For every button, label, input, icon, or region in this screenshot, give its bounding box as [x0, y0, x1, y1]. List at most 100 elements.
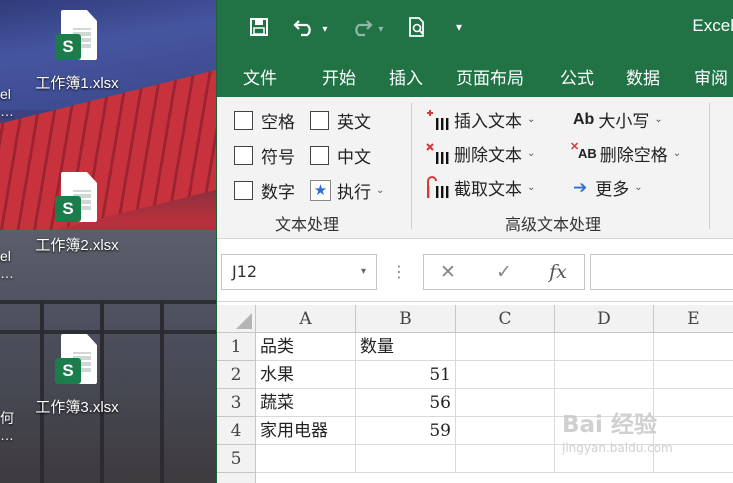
group-label-advanced-text-processing: 高级文本处理	[505, 215, 602, 234]
redo-icon	[354, 20, 373, 37]
cell-b3[interactable]: 56	[356, 389, 456, 417]
cell-c3[interactable]	[456, 389, 555, 417]
cell-e1[interactable]	[654, 333, 733, 361]
tab-data[interactable]: 数据	[626, 64, 660, 89]
row-header[interactable]: 2	[217, 361, 256, 389]
desktop-file-workbook1[interactable]: S 工作簿1.xlsx	[22, 10, 132, 93]
trim-spaces-button[interactable]: ✕ AB 删除空格 ⌄	[570, 141, 681, 166]
select-all-button[interactable]	[217, 305, 256, 333]
cell-c2[interactable]	[456, 361, 555, 389]
wallpaper-post	[160, 300, 164, 483]
save-button[interactable]	[245, 10, 273, 44]
checkbox-box[interactable]	[310, 146, 329, 165]
insert-function-button[interactable]: fx	[543, 254, 573, 290]
row-header[interactable]: 1	[217, 333, 256, 361]
cell-a2[interactable]: 水果	[256, 361, 356, 389]
row-header[interactable]: 4	[217, 417, 256, 445]
tab-insert[interactable]: 插入	[389, 64, 423, 89]
cell-d1[interactable]	[555, 333, 654, 361]
extract-text-button[interactable]: 截取文本 ⌄	[426, 175, 535, 200]
file-name-label: 工作簿2.xlsx	[35, 237, 119, 254]
save-icon	[250, 18, 268, 36]
chevron-down-icon: ⌄	[527, 114, 536, 125]
watermark-url: jingyan.baidu.com	[562, 441, 673, 455]
checkbox-chinese[interactable]: 中文	[310, 143, 371, 168]
name-box[interactable]: J12 ▾	[221, 254, 377, 290]
chevron-down-icon[interactable]: ▾	[361, 255, 366, 289]
checkbox-box[interactable]	[234, 111, 253, 130]
title-bar: ▾ ▾ ▾ Excel	[217, 0, 733, 55]
checkbox-number[interactable]: 数字	[234, 178, 295, 203]
print-preview-button[interactable]	[403, 10, 431, 44]
cell-a4[interactable]: 家用电器	[256, 417, 356, 445]
column-header-e[interactable]: E	[654, 305, 733, 333]
trim-spaces-icon: ✕ AB	[570, 141, 597, 161]
checkbox-box[interactable]	[234, 146, 253, 165]
row-header[interactable]	[217, 473, 256, 483]
row-header[interactable]: 3	[217, 389, 256, 417]
undo-icon	[293, 20, 311, 37]
column-header-c[interactable]: C	[456, 305, 555, 333]
file-name-label: 工作簿3.xlsx	[35, 399, 119, 416]
chevron-down-icon: ⌄	[634, 182, 643, 193]
tab-page-layout[interactable]: 页面布局	[456, 64, 524, 89]
checkbox-box[interactable]	[234, 181, 253, 200]
app-title: Excel	[692, 16, 733, 35]
excel-file-icon: S	[55, 334, 99, 388]
tab-formulas[interactable]: 公式	[560, 64, 594, 89]
more-button[interactable]: ➔ 更多 ⌄	[573, 175, 643, 201]
cell-c4[interactable]	[456, 417, 555, 445]
tab-home[interactable]: 开始	[322, 64, 356, 89]
cell-c1[interactable]	[456, 333, 555, 361]
column-header-b[interactable]: B	[356, 305, 456, 333]
cell-a5[interactable]	[256, 445, 356, 473]
desktop-file-workbook3[interactable]: S 工作簿3.xlsx	[22, 334, 132, 417]
confirm-formula-button[interactable]: ✓	[489, 254, 519, 290]
change-case-button[interactable]: Ab 大小写 ⌄	[573, 107, 663, 133]
checkbox-symbol[interactable]: 符号	[234, 143, 295, 168]
formula-bar: J12 ▾ ⋮ ✕ ✓ fx	[217, 240, 733, 302]
chevron-down-icon: ⌄	[654, 114, 663, 125]
cell-b2[interactable]: 51	[356, 361, 456, 389]
cell-a1[interactable]: 品类	[256, 333, 356, 361]
cell-e2[interactable]	[654, 361, 733, 389]
checkbox-english[interactable]: 英文	[310, 108, 371, 133]
desktop-file-workbook2[interactable]: S 工作簿2.xlsx	[22, 172, 132, 255]
desktop-cut-label[interactable]: el…	[0, 86, 14, 120]
cell-b1[interactable]: 数量	[356, 333, 456, 361]
drag-handle-icon[interactable]: ⋮	[389, 254, 409, 290]
delete-text-button[interactable]: 删除文本 ⌄	[426, 141, 535, 166]
arrow-right-icon: ➔	[573, 177, 588, 198]
chevron-down-icon: ▾	[378, 24, 384, 35]
desktop-wallpaper: el… el… 何… S 工作簿1.xlsx S 工作簿2.xlsx S 工作簿…	[0, 0, 216, 483]
column-header-a[interactable]: A	[256, 305, 356, 333]
cell-c5[interactable]	[456, 445, 555, 473]
tab-review[interactable]: 审阅	[694, 64, 728, 89]
print-preview-icon	[409, 17, 424, 37]
formula-input[interactable]	[590, 254, 733, 290]
cancel-formula-button[interactable]: ✕	[433, 254, 463, 290]
undo-button[interactable]: ▾	[287, 10, 333, 44]
tab-file[interactable]: 文件	[243, 64, 277, 89]
cell-a3[interactable]: 蔬菜	[256, 389, 356, 417]
checkbox-space[interactable]: 空格	[234, 108, 295, 133]
chevron-down-icon: ⌄	[527, 148, 536, 159]
insert-text-button[interactable]: 插入文本 ⌄	[426, 107, 535, 132]
group-divider	[411, 103, 412, 229]
baidu-jingyan-watermark: Bai 经验 jingyan.baidu.com	[562, 405, 733, 465]
chevron-down-icon: ⌄	[376, 185, 385, 196]
cell-b4[interactable]: 59	[356, 417, 456, 445]
customize-quick-access-button[interactable]: ▾	[449, 10, 469, 44]
row-header[interactable]: 5	[217, 445, 256, 473]
delete-text-icon	[426, 142, 450, 166]
execute-button[interactable]: ★ 执行 ⌄	[310, 178, 384, 203]
cell-d2[interactable]	[555, 361, 654, 389]
desktop-cut-label[interactable]: el…	[0, 248, 14, 282]
checkbox-box[interactable]	[310, 111, 329, 130]
insert-text-icon	[426, 108, 450, 132]
group-label-text-processing: 文本处理	[275, 215, 340, 234]
cell-b5[interactable]	[356, 445, 456, 473]
column-header-d[interactable]: D	[555, 305, 654, 333]
desktop-cut-label[interactable]: 何…	[0, 410, 14, 444]
redo-button[interactable]: ▾	[343, 10, 389, 44]
